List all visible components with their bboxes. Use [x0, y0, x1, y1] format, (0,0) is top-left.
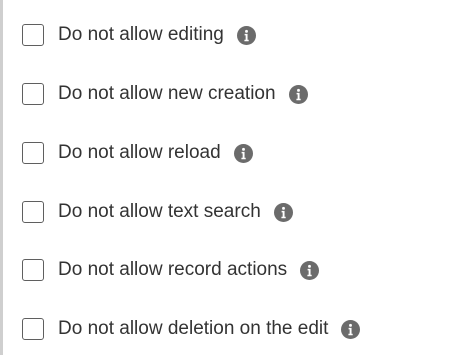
option-label: Do not allow editing	[58, 24, 224, 45]
info-icon[interactable]	[288, 84, 308, 104]
info-icon[interactable]	[300, 260, 320, 280]
option-label: Do not allow new creation	[58, 83, 276, 104]
checkbox-no-editing[interactable]	[22, 24, 44, 46]
option-row-reload: Do not allow reload	[22, 140, 253, 166]
option-row-editing: Do not allow editing	[22, 22, 256, 48]
option-row-text-search: Do not allow text search	[22, 199, 293, 225]
checkbox-no-record-actions[interactable]	[22, 259, 44, 281]
info-icon[interactable]	[341, 319, 361, 339]
option-row-deletion: Do not allow deletion on the edit	[22, 316, 361, 342]
checkbox-no-text-search[interactable]	[22, 201, 44, 223]
checkbox-no-new-creation[interactable]	[22, 83, 44, 105]
option-label: Do not allow reload	[58, 142, 221, 163]
info-icon[interactable]	[273, 202, 293, 222]
option-row-record-actions: Do not allow record actions	[22, 257, 320, 283]
checkbox-no-reload[interactable]	[22, 142, 44, 164]
checkbox-no-deletion-on-edit[interactable]	[22, 318, 44, 340]
option-label: Do not allow record actions	[58, 259, 288, 280]
option-label: Do not allow text search	[58, 201, 261, 222]
left-divider	[0, 0, 3, 355]
info-icon[interactable]	[236, 25, 256, 45]
option-row-new-creation: Do not allow new creation	[22, 81, 308, 107]
info-icon[interactable]	[233, 143, 253, 163]
option-label: Do not allow deletion on the edit	[58, 318, 329, 339]
